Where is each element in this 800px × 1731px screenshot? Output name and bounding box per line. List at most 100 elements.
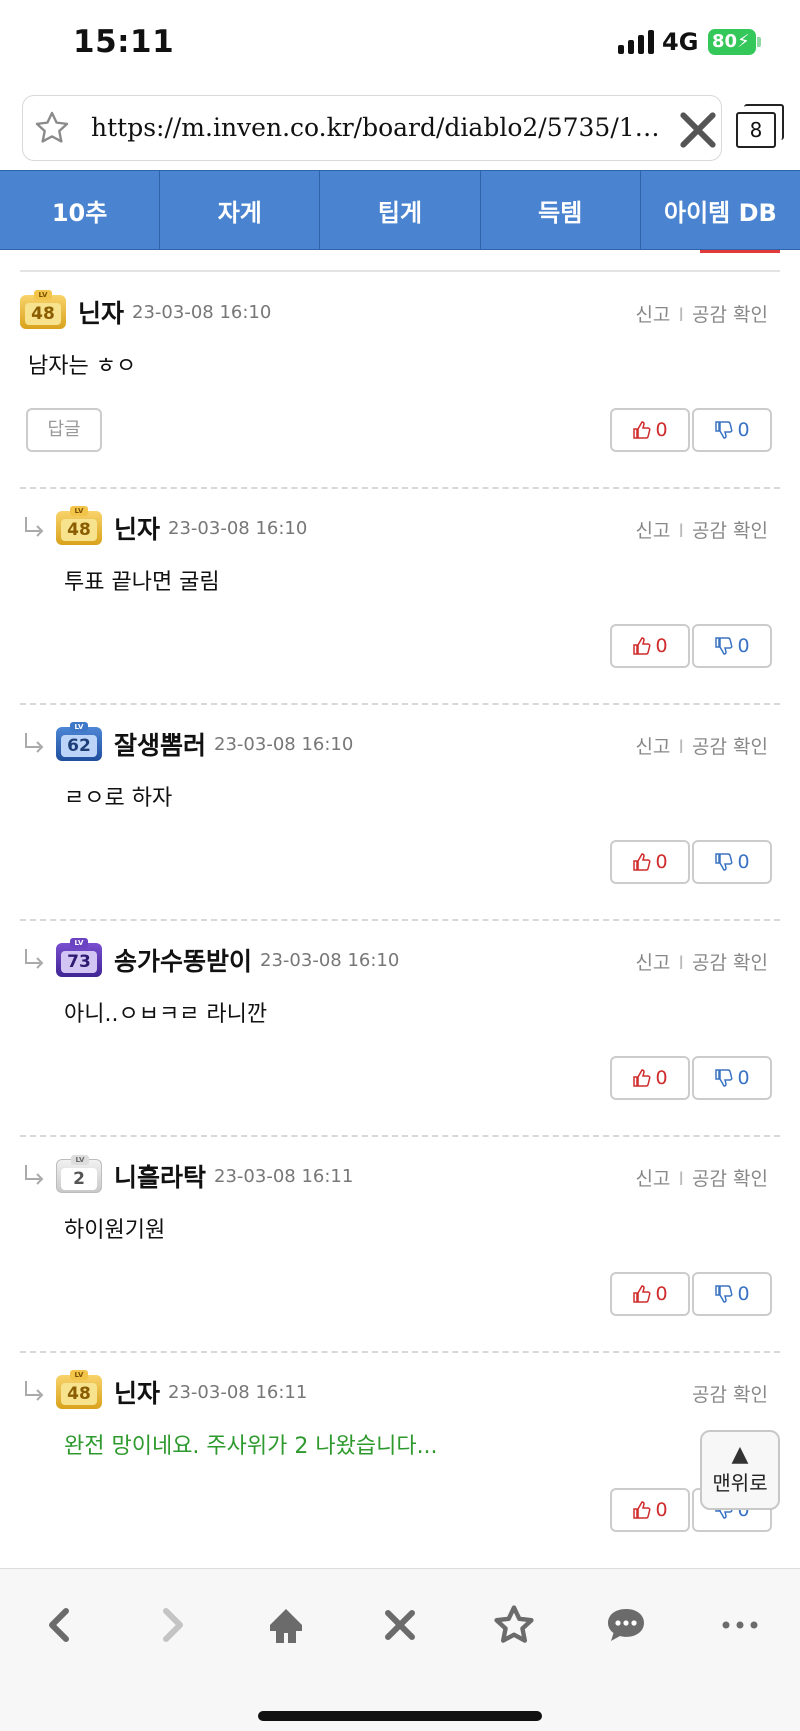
like-check-link[interactable]: 공감 확인 bbox=[692, 520, 768, 542]
home-icon[interactable] bbox=[256, 1595, 316, 1655]
divider bbox=[20, 1135, 780, 1137]
comment-date: 23-03-08 16:10 bbox=[168, 517, 308, 539]
comment-actions: 신고 I 공감 확인 bbox=[635, 304, 768, 326]
nickname[interactable]: 닌자 bbox=[114, 1374, 160, 1410]
thumbs-up-icon bbox=[633, 1501, 651, 1519]
url-bar[interactable]: https://m.inven.co.kr/board/diablo2/5735… bbox=[22, 95, 722, 161]
divider bbox=[20, 1351, 780, 1353]
comment-date: 23-03-08 16:11 bbox=[214, 1165, 354, 1187]
comment-header: LV 48 닌자 23-03-08 16:10 bbox=[20, 506, 308, 548]
comment-date: 23-03-08 16:11 bbox=[168, 1381, 308, 1403]
downvote-button[interactable]: 0 bbox=[692, 840, 772, 884]
nickname[interactable]: 송가수똥받이 bbox=[114, 942, 252, 978]
like-check-link[interactable]: 공감 확인 bbox=[692, 1384, 768, 1406]
report-link[interactable]: 신고 bbox=[635, 520, 670, 542]
downvote-button[interactable]: 0 bbox=[692, 408, 772, 452]
clipped-header-accent bbox=[700, 250, 780, 253]
comment-header: LV 62 잘생뽐러 23-03-08 16:10 bbox=[20, 722, 353, 764]
board-nav: 10추 자게 팁게 득템 아이템 DB bbox=[0, 170, 800, 250]
comment-body: 하이원기원 bbox=[64, 1218, 166, 1243]
nav-item-item-db[interactable]: 아이템 DB bbox=[641, 171, 800, 249]
upvote-count: 0 bbox=[655, 1499, 668, 1521]
like-check-link[interactable]: 공감 확인 bbox=[692, 952, 768, 974]
report-link[interactable]: 신고 bbox=[635, 952, 670, 974]
thumbs-down-icon bbox=[715, 421, 733, 439]
scroll-to-top-button[interactable]: ▲ 맨위로 bbox=[700, 1430, 780, 1510]
thumbs-down-icon bbox=[715, 1285, 733, 1303]
like-check-link[interactable]: 공감 확인 bbox=[692, 736, 768, 758]
thumbs-up-icon bbox=[633, 853, 651, 871]
comment-body: ㄹㅇ로 하자 bbox=[64, 786, 173, 811]
chat-icon[interactable] bbox=[596, 1595, 656, 1655]
reply-arrow-icon bbox=[25, 733, 44, 753]
divider bbox=[20, 487, 780, 489]
downvote-button[interactable]: 0 bbox=[692, 1056, 772, 1100]
back-icon[interactable] bbox=[30, 1595, 90, 1655]
nav-item-drops[interactable]: 득템 bbox=[481, 171, 641, 249]
upvote-button[interactable]: 0 bbox=[610, 840, 690, 884]
thumbs-up-icon bbox=[633, 637, 651, 655]
upvote-button[interactable]: 0 bbox=[610, 624, 690, 668]
browser-toolbar bbox=[0, 1568, 800, 1731]
reply-arrow-icon bbox=[25, 517, 44, 537]
upvote-button[interactable]: 0 bbox=[610, 408, 690, 452]
arrow-up-icon: ▲ bbox=[731, 1442, 749, 1467]
upvote-button[interactable]: 0 bbox=[610, 1488, 690, 1532]
downvote-button[interactable]: 0 bbox=[692, 624, 772, 668]
downvote-count: 0 bbox=[737, 419, 750, 441]
comment-body: 투표 끝나면 굴림 bbox=[64, 570, 220, 595]
nickname[interactable]: 잘생뽐러 bbox=[114, 726, 206, 762]
nav-item-tip-board[interactable]: 팁게 bbox=[320, 171, 481, 249]
level-badge: LV 48 bbox=[56, 1370, 102, 1409]
nickname[interactable]: 니흘라탁 bbox=[114, 1158, 206, 1194]
like-check-link[interactable]: 공감 확인 bbox=[692, 1168, 768, 1190]
level-badge: LV 48 bbox=[20, 290, 66, 329]
nickname[interactable]: 닌자 bbox=[114, 510, 160, 546]
comment-actions: 공감 확인 bbox=[692, 1380, 768, 1407]
url-text[interactable]: https://m.inven.co.kr/board/diablo2/5735… bbox=[91, 113, 671, 142]
downvote-count: 0 bbox=[737, 1067, 750, 1089]
level-badge: LV 73 bbox=[56, 938, 102, 977]
reply-arrow-icon bbox=[25, 949, 44, 969]
reply-button[interactable]: 답글 bbox=[26, 408, 102, 452]
thumbs-down-icon bbox=[715, 853, 733, 871]
status-bar: 15:11 4G 80⚡ bbox=[0, 0, 800, 88]
level-badge: LV 2 bbox=[56, 1155, 102, 1193]
comment-header: LV 48 닌자 23-03-08 16:11 bbox=[20, 1370, 308, 1412]
battery-icon: 80⚡ bbox=[708, 29, 756, 55]
nav-item-free-board[interactable]: 자게 bbox=[160, 171, 321, 249]
comment-actions: 신고 I 공감 확인 bbox=[635, 952, 768, 974]
thumbs-up-icon bbox=[633, 1069, 651, 1087]
bookmark-icon[interactable] bbox=[484, 1595, 544, 1655]
report-link[interactable]: 신고 bbox=[635, 304, 670, 326]
downvote-button[interactable]: 0 bbox=[692, 1272, 772, 1316]
tab-count-button[interactable]: 8 bbox=[736, 112, 776, 148]
like-check-link[interactable]: 공감 확인 bbox=[692, 304, 768, 326]
comment-date: 23-03-08 16:10 bbox=[132, 301, 272, 323]
downvote-count: 0 bbox=[737, 851, 750, 873]
divider bbox=[20, 919, 780, 921]
comment-body: 남자는 ㅎㅇ bbox=[28, 354, 137, 379]
battery-tip bbox=[757, 37, 761, 47]
report-link[interactable]: 신고 bbox=[635, 1168, 670, 1190]
battery-level: 80 bbox=[712, 31, 738, 52]
upvote-count: 0 bbox=[655, 851, 668, 873]
forward-icon[interactable] bbox=[142, 1595, 202, 1655]
divider bbox=[20, 270, 780, 272]
upvote-count: 0 bbox=[655, 1067, 668, 1089]
network-label: 4G bbox=[662, 28, 699, 56]
close-icon[interactable] bbox=[676, 108, 720, 152]
level-badge: LV 62 bbox=[56, 722, 102, 761]
upvote-count: 0 bbox=[655, 419, 668, 441]
more-icon[interactable] bbox=[710, 1595, 770, 1655]
star-icon[interactable] bbox=[33, 109, 71, 147]
nav-item-10chu[interactable]: 10추 bbox=[0, 171, 161, 249]
thumbs-down-icon bbox=[715, 1069, 733, 1087]
report-link[interactable]: 신고 bbox=[635, 736, 670, 758]
close-icon[interactable] bbox=[370, 1595, 430, 1655]
upvote-count: 0 bbox=[655, 635, 668, 657]
nickname[interactable]: 닌자 bbox=[78, 294, 124, 330]
comment-actions: 신고 I 공감 확인 bbox=[635, 736, 768, 758]
upvote-button[interactable]: 0 bbox=[610, 1056, 690, 1100]
upvote-button[interactable]: 0 bbox=[610, 1272, 690, 1316]
